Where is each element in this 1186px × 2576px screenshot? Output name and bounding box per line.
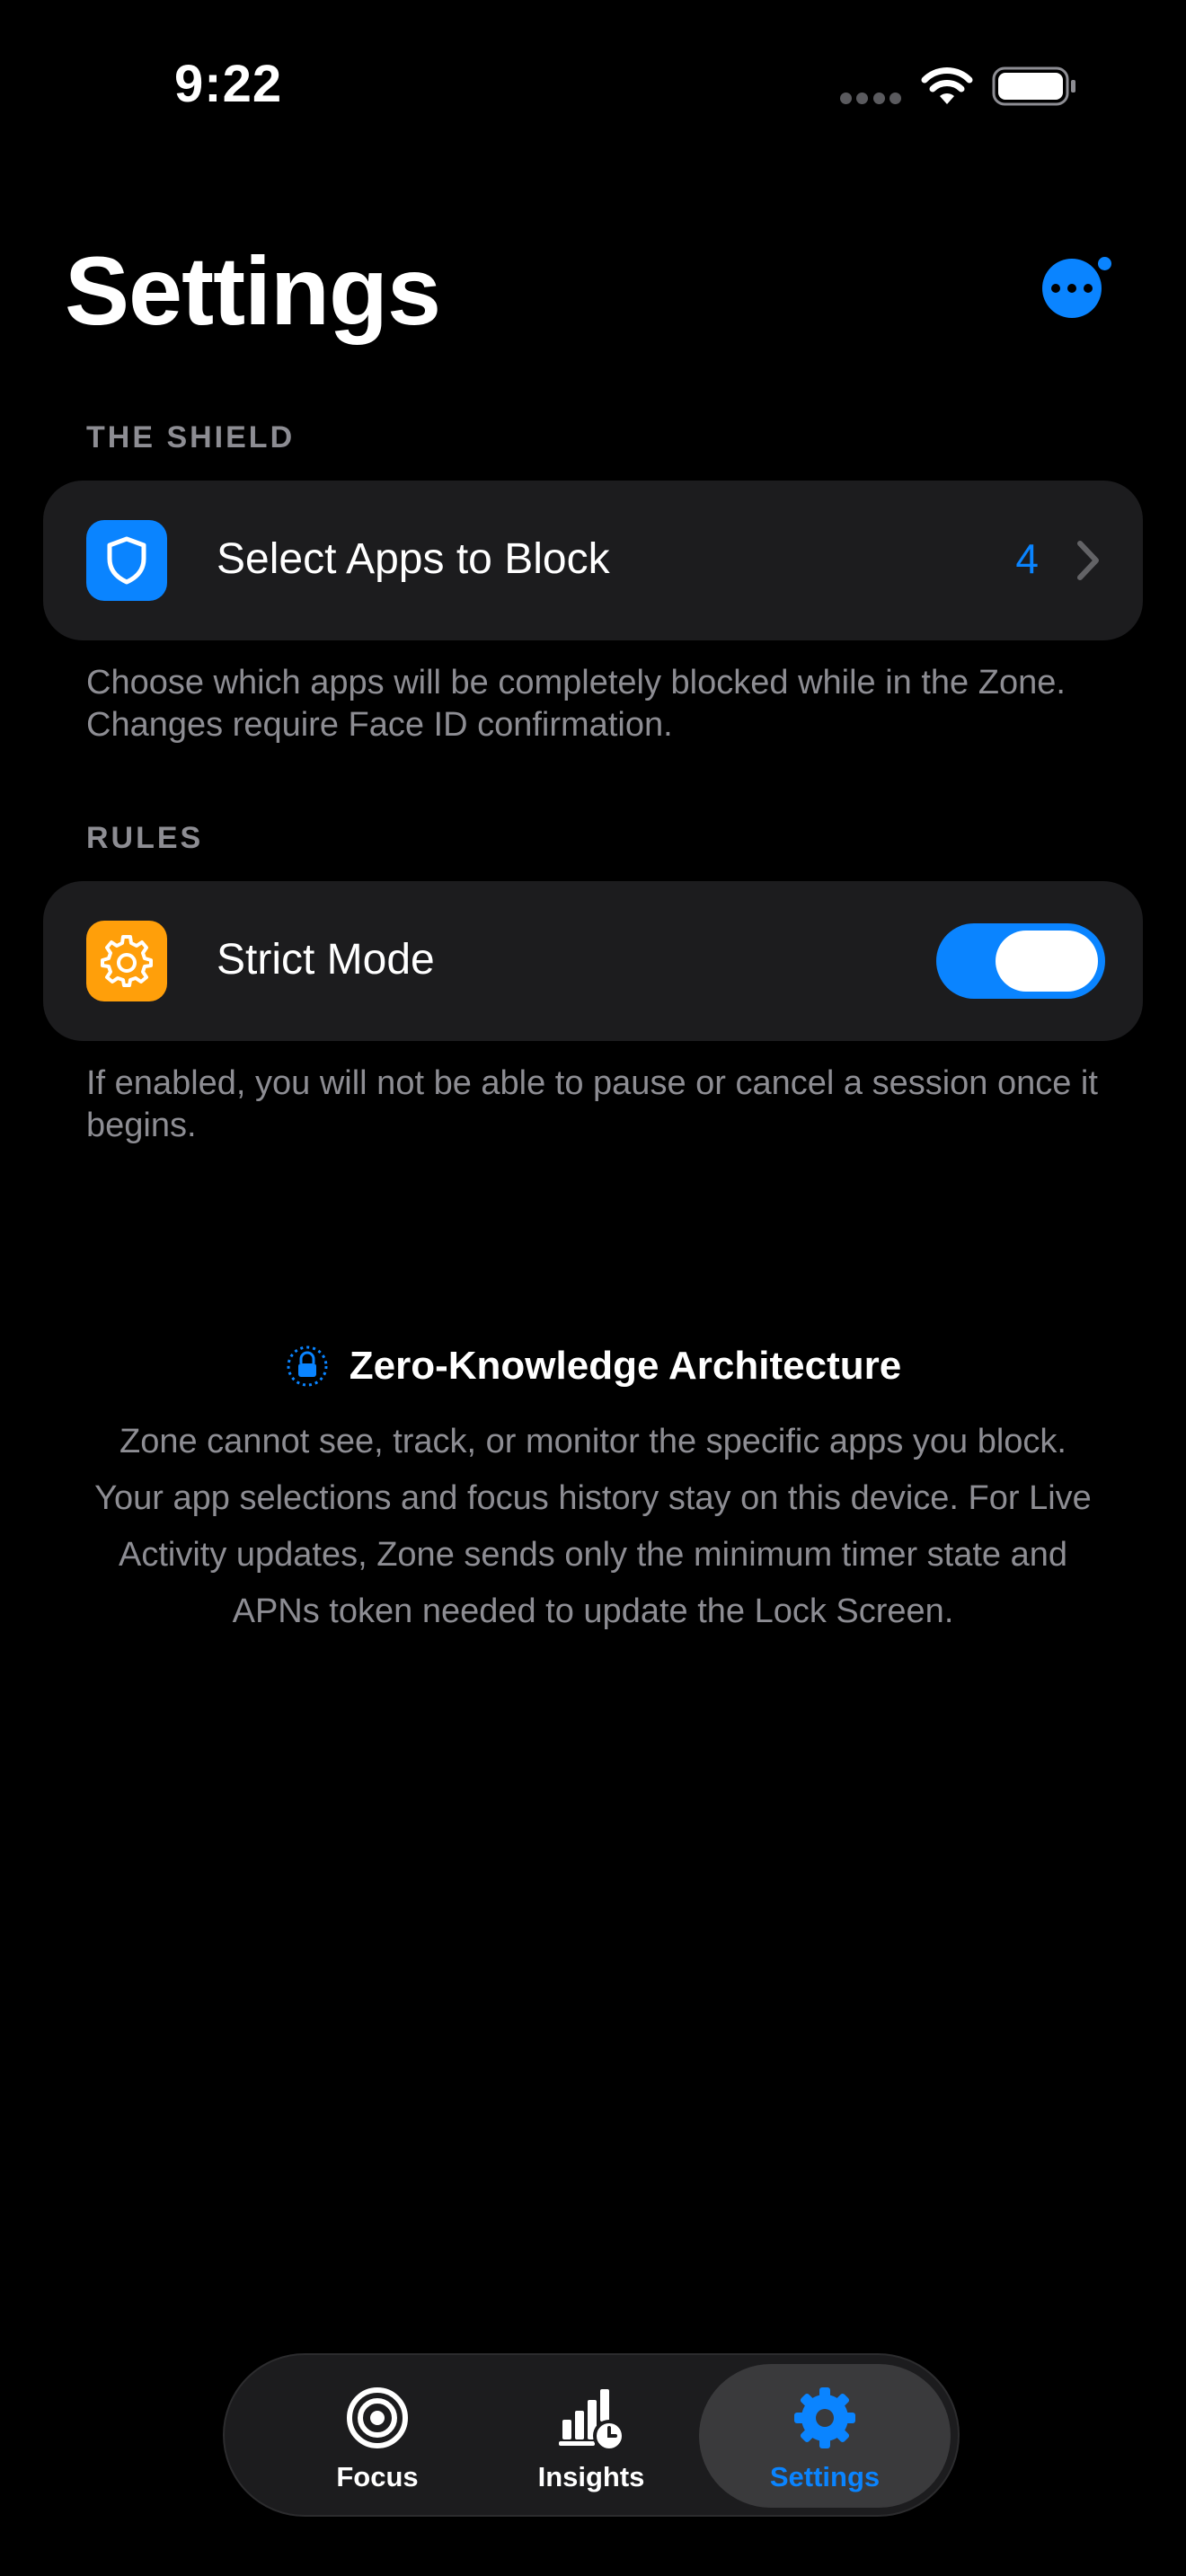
- chevron-right-icon: [1077, 541, 1099, 580]
- page-title: Settings: [65, 236, 441, 345]
- rules-footer: If enabled, you will not be able to paus…: [86, 1064, 1098, 1144]
- tab-settings[interactable]: Settings: [699, 2364, 951, 2508]
- section-header-rules: RULES: [86, 821, 204, 855]
- lock-icon: [287, 1345, 328, 1387]
- ellipsis-circle-icon: [1051, 284, 1060, 293]
- tab-bar: Focus Insights Settings: [223, 2353, 960, 2517]
- tab-insights[interactable]: Insights: [465, 2364, 717, 2508]
- gear-icon: [86, 921, 167, 1001]
- strict-mode-label: Strict Mode: [217, 936, 435, 984]
- tab-settings-label: Settings: [769, 2461, 881, 2492]
- privacy-title: Zero-Knowledge Architecture: [349, 1344, 902, 1388]
- toggle-knob: [996, 931, 1098, 992]
- blocked-apps-count: 4: [1015, 535, 1039, 582]
- gear-icon: [794, 2387, 855, 2448]
- privacy-body: Zone cannot see, track, or monitor the s…: [94, 1423, 1092, 1630]
- battery-icon: [992, 66, 1075, 106]
- tab-insights-label: Insights: [537, 2461, 645, 2492]
- target-icon: [347, 2387, 408, 2448]
- notification-dot: [1095, 254, 1114, 273]
- section-header-shield: THE SHIELD: [86, 420, 296, 454]
- status-time: 9:22: [174, 55, 283, 113]
- wifi-icon: [921, 67, 973, 104]
- strict-mode-row: Strict Mode: [43, 881, 1143, 1041]
- shield-icon: [86, 520, 167, 601]
- select-apps-row[interactable]: Select Apps to Block 4: [43, 481, 1143, 640]
- chart-clock-icon: [559, 2389, 625, 2452]
- strict-mode-toggle[interactable]: [936, 923, 1105, 999]
- select-apps-label: Select Apps to Block: [217, 535, 610, 583]
- signal-dots-icon: [840, 93, 901, 105]
- privacy-heading: Zero-Knowledge Architecture: [0, 1344, 1186, 1389]
- more-button[interactable]: [1042, 259, 1102, 318]
- shield-footer: Choose which apps will be completely blo…: [86, 664, 1066, 744]
